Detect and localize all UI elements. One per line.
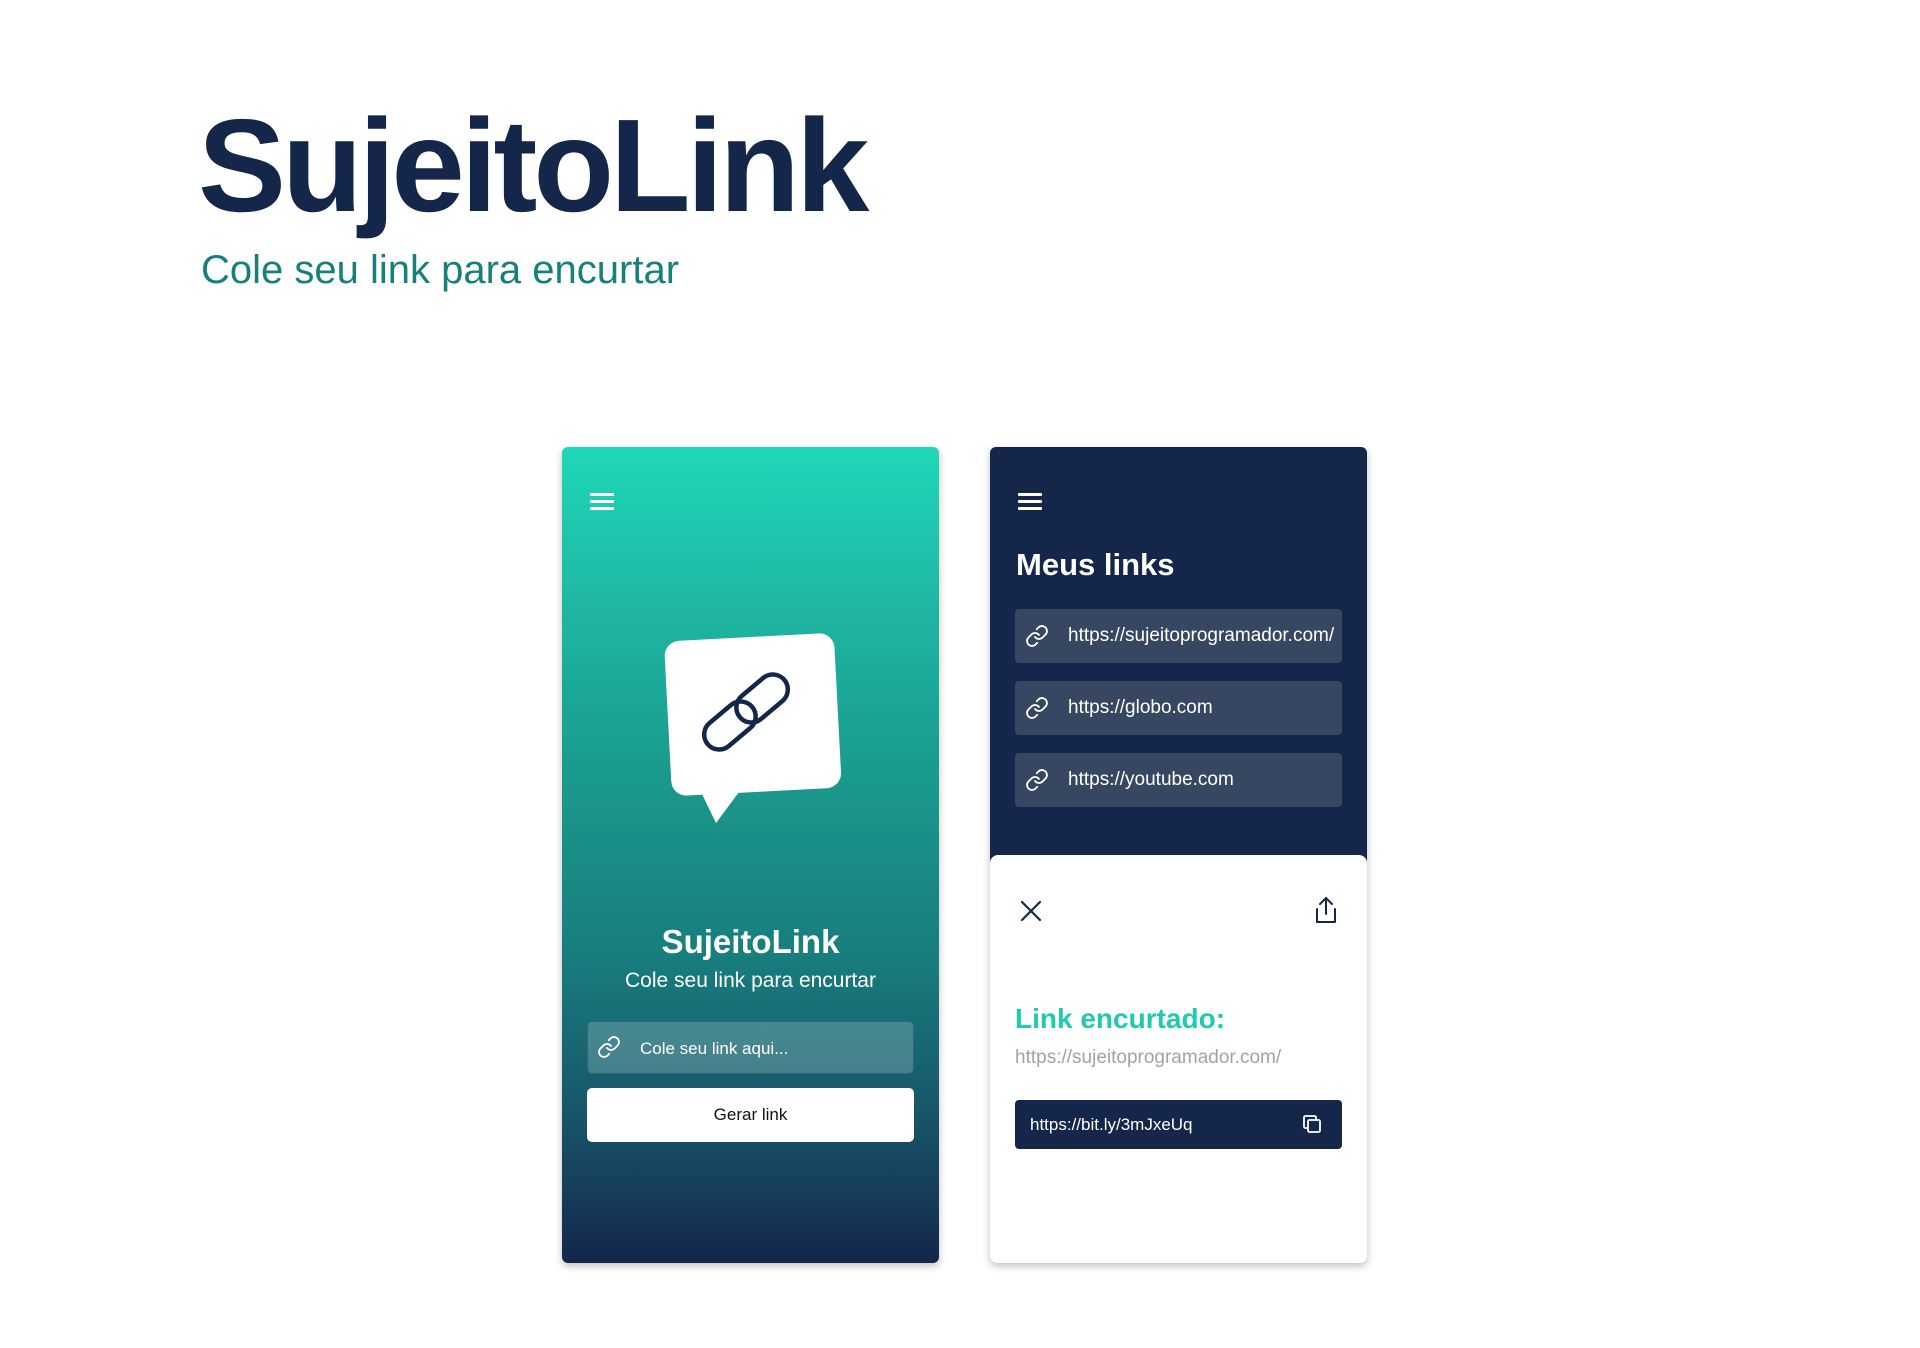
link-item[interactable]: https://globo.com: [1015, 681, 1342, 735]
app-title: SujeitoLink: [661, 923, 840, 960]
short-url-box[interactable]: https://bit.ly/3mJxeUq: [1015, 1100, 1342, 1149]
menu-icon[interactable]: [1016, 487, 1046, 517]
hero-title: SujeitoLink: [198, 92, 869, 239]
link-item-url: https://sujeitoprogramador.com/: [1068, 625, 1335, 646]
link-icon: [1026, 769, 1048, 791]
links-title: Meus links: [1016, 547, 1175, 582]
chat-bubble-link-logo: [658, 627, 848, 823]
home-screen: SujeitoLink Cole seu link para encurtar …: [562, 447, 939, 1263]
link-icon: [598, 1036, 620, 1058]
link-item[interactable]: https://youtube.com: [1015, 753, 1342, 807]
original-url: https://sujeitoprogramador.com/: [1015, 1047, 1282, 1068]
link-icon: [1026, 625, 1048, 647]
generate-link-button[interactable]: Gerar link: [587, 1088, 914, 1142]
link-input-field[interactable]: [587, 1021, 914, 1075]
short-url: https://bit.ly/3mJxeUq: [1030, 1115, 1193, 1134]
link-item[interactable]: https://sujeitoprogramador.com/: [1015, 609, 1342, 663]
short-link-label: Link encurtado:: [1015, 1003, 1226, 1034]
hero-subtitle: Cole seu link para encurtar: [201, 248, 680, 292]
link-input[interactable]: [638, 1022, 907, 1075]
app-subtitle: Cole seu link para encurtar: [625, 969, 876, 992]
menu-icon[interactable]: [588, 487, 618, 517]
short-link-modal: Link encurtado: https://sujeitoprogramad…: [990, 855, 1367, 1263]
share-icon[interactable]: [1312, 895, 1340, 925]
copy-icon[interactable]: [1300, 1112, 1324, 1136]
close-icon[interactable]: [1018, 898, 1044, 924]
page: SujeitoLink Cole seu link para encurtar: [0, 0, 1920, 1348]
link-item-url: https://globo.com: [1068, 697, 1213, 718]
links-screen: Meus links https://sujeitoprogramador.co…: [990, 447, 1367, 1263]
link-item-url: https://youtube.com: [1068, 769, 1234, 790]
link-icon: [1026, 697, 1048, 719]
